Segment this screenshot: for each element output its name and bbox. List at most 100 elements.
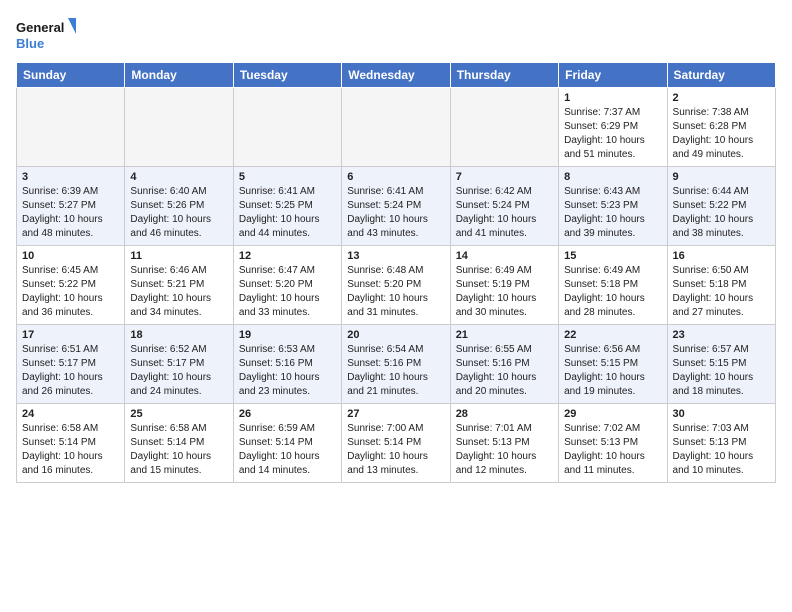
calendar-cell: 21 Sunrise: 6:55 AM Sunset: 5:16 PM Dayli… [450,325,558,404]
day-info: Sunrise: 7:02 AM Sunset: 5:13 PM Dayligh… [564,422,661,478]
day-number: 20 [347,329,444,341]
day-number: 10 [22,250,119,262]
calendar-cell: 29 Sunrise: 7:02 AM Sunset: 5:13 PM Dayli… [559,404,667,483]
day-info: Sunrise: 6:54 AM Sunset: 5:16 PM Dayligh… [347,343,444,399]
day-info: Sunrise: 7:03 AM Sunset: 5:13 PM Dayligh… [673,422,770,478]
day-info: Sunrise: 6:48 AM Sunset: 5:20 PM Dayligh… [347,264,444,320]
day-number: 27 [347,408,444,420]
day-info: Sunrise: 6:45 AM Sunset: 5:22 PM Dayligh… [22,264,119,320]
calendar-cell: 5 Sunrise: 6:41 AM Sunset: 5:25 PM Daylig… [233,167,341,246]
weekday-friday: Friday [559,63,667,88]
day-number: 22 [564,329,661,341]
day-info: Sunrise: 6:58 AM Sunset: 5:14 PM Dayligh… [22,422,119,478]
day-number: 14 [456,250,553,262]
calendar-cell: 6 Sunrise: 6:41 AM Sunset: 5:24 PM Daylig… [342,167,450,246]
day-number: 17 [22,329,119,341]
weekday-header-row: SundayMondayTuesdayWednesdayThursdayFrid… [17,63,776,88]
day-info: Sunrise: 7:37 AM Sunset: 6:29 PM Dayligh… [564,106,661,162]
day-number: 5 [239,171,336,183]
weekday-wednesday: Wednesday [342,63,450,88]
day-number: 16 [673,250,770,262]
day-info: Sunrise: 6:39 AM Sunset: 5:27 PM Dayligh… [22,185,119,241]
day-number: 24 [22,408,119,420]
weekday-thursday: Thursday [450,63,558,88]
day-number: 23 [673,329,770,341]
day-info: Sunrise: 6:41 AM Sunset: 5:25 PM Dayligh… [239,185,336,241]
calendar-cell: 11 Sunrise: 6:46 AM Sunset: 5:21 PM Dayli… [125,246,233,325]
day-info: Sunrise: 6:43 AM Sunset: 5:23 PM Dayligh… [564,185,661,241]
calendar-cell [233,88,341,167]
day-number: 29 [564,408,661,420]
weekday-monday: Monday [125,63,233,88]
calendar-cell: 9 Sunrise: 6:44 AM Sunset: 5:22 PM Daylig… [667,167,775,246]
day-info: Sunrise: 6:57 AM Sunset: 5:15 PM Dayligh… [673,343,770,399]
day-info: Sunrise: 6:41 AM Sunset: 5:24 PM Dayligh… [347,185,444,241]
calendar-cell: 14 Sunrise: 6:49 AM Sunset: 5:19 PM Dayli… [450,246,558,325]
calendar-cell: 24 Sunrise: 6:58 AM Sunset: 5:14 PM Dayli… [17,404,125,483]
day-number: 21 [456,329,553,341]
day-number: 1 [564,92,661,104]
day-number: 7 [456,171,553,183]
calendar-cell [342,88,450,167]
calendar-cell: 12 Sunrise: 6:47 AM Sunset: 5:20 PM Dayli… [233,246,341,325]
day-info: Sunrise: 6:40 AM Sunset: 5:26 PM Dayligh… [130,185,227,241]
day-info: Sunrise: 6:49 AM Sunset: 5:19 PM Dayligh… [456,264,553,320]
calendar-cell: 16 Sunrise: 6:50 AM Sunset: 5:18 PM Dayli… [667,246,775,325]
day-info: Sunrise: 6:56 AM Sunset: 5:15 PM Dayligh… [564,343,661,399]
day-info: Sunrise: 6:53 AM Sunset: 5:16 PM Dayligh… [239,343,336,399]
day-info: Sunrise: 6:50 AM Sunset: 5:18 PM Dayligh… [673,264,770,320]
calendar-cell: 18Sunrise: 6:52 AM Sunset: 5:17 PM Dayli… [125,325,233,404]
calendar-cell: 30Sunrise: 7:03 AM Sunset: 5:13 PM Dayli… [667,404,775,483]
calendar-cell: 20 Sunrise: 6:54 AM Sunset: 5:16 PM Dayli… [342,325,450,404]
calendar-cell: 2 Sunrise: 7:38 AM Sunset: 6:28 PM Daylig… [667,88,775,167]
day-number: 8 [564,171,661,183]
calendar-cell: 7 Sunrise: 6:42 AM Sunset: 5:24 PM Daylig… [450,167,558,246]
svg-text:General: General [16,20,64,35]
logo: General Blue [16,16,76,56]
calendar-cell: 28 Sunrise: 7:01 AM Sunset: 5:13 PM Dayli… [450,404,558,483]
day-number: 11 [130,250,227,262]
svg-text:Blue: Blue [16,36,44,51]
day-number: 6 [347,171,444,183]
day-number: 26 [239,408,336,420]
calendar-cell [125,88,233,167]
week-row-4: 17Sunrise: 6:51 AM Sunset: 5:17 PM Dayli… [17,325,776,404]
calendar-cell: 10 Sunrise: 6:45 AM Sunset: 5:22 PM Dayli… [17,246,125,325]
week-row-3: 10 Sunrise: 6:45 AM Sunset: 5:22 PM Dayli… [17,246,776,325]
day-info: Sunrise: 6:44 AM Sunset: 5:22 PM Dayligh… [673,185,770,241]
calendar-cell: 8 Sunrise: 6:43 AM Sunset: 5:23 PM Daylig… [559,167,667,246]
day-info: Sunrise: 6:47 AM Sunset: 5:20 PM Dayligh… [239,264,336,320]
weekday-saturday: Saturday [667,63,775,88]
day-number: 9 [673,171,770,183]
day-number: 3 [22,171,119,183]
day-number: 4 [130,171,227,183]
calendar-cell [17,88,125,167]
weekday-tuesday: Tuesday [233,63,341,88]
day-info: Sunrise: 6:52 AM Sunset: 5:17 PM Dayligh… [130,343,227,399]
day-info: Sunrise: 6:49 AM Sunset: 5:18 PM Dayligh… [564,264,661,320]
day-number: 28 [456,408,553,420]
day-info: Sunrise: 7:00 AM Sunset: 5:14 PM Dayligh… [347,422,444,478]
day-number: 2 [673,92,770,104]
calendar: SundayMondayTuesdayWednesdayThursdayFrid… [16,62,776,483]
calendar-cell: 15 Sunrise: 6:49 AM Sunset: 5:18 PM Dayli… [559,246,667,325]
day-info: Sunrise: 6:46 AM Sunset: 5:21 PM Dayligh… [130,264,227,320]
day-info: Sunrise: 7:38 AM Sunset: 6:28 PM Dayligh… [673,106,770,162]
calendar-cell: 26Sunrise: 6:59 AM Sunset: 5:14 PM Dayli… [233,404,341,483]
day-info: Sunrise: 7:01 AM Sunset: 5:13 PM Dayligh… [456,422,553,478]
calendar-cell: 4 Sunrise: 6:40 AM Sunset: 5:26 PM Daylig… [125,167,233,246]
day-info: Sunrise: 6:55 AM Sunset: 5:16 PM Dayligh… [456,343,553,399]
calendar-cell: 1 Sunrise: 7:37 AM Sunset: 6:29 PM Daylig… [559,88,667,167]
day-number: 12 [239,250,336,262]
weekday-sunday: Sunday [17,63,125,88]
calendar-cell: 23 Sunrise: 6:57 AM Sunset: 5:15 PM Dayli… [667,325,775,404]
calendar-cell [450,88,558,167]
logo-svg: General Blue [16,16,76,56]
calendar-cell: 27 Sunrise: 7:00 AM Sunset: 5:14 PM Dayli… [342,404,450,483]
week-row-5: 24 Sunrise: 6:58 AM Sunset: 5:14 PM Dayli… [17,404,776,483]
day-number: 15 [564,250,661,262]
day-number: 13 [347,250,444,262]
day-info: Sunrise: 6:58 AM Sunset: 5:14 PM Dayligh… [130,422,227,478]
day-info: Sunrise: 6:42 AM Sunset: 5:24 PM Dayligh… [456,185,553,241]
calendar-cell: 19Sunrise: 6:53 AM Sunset: 5:16 PM Dayli… [233,325,341,404]
